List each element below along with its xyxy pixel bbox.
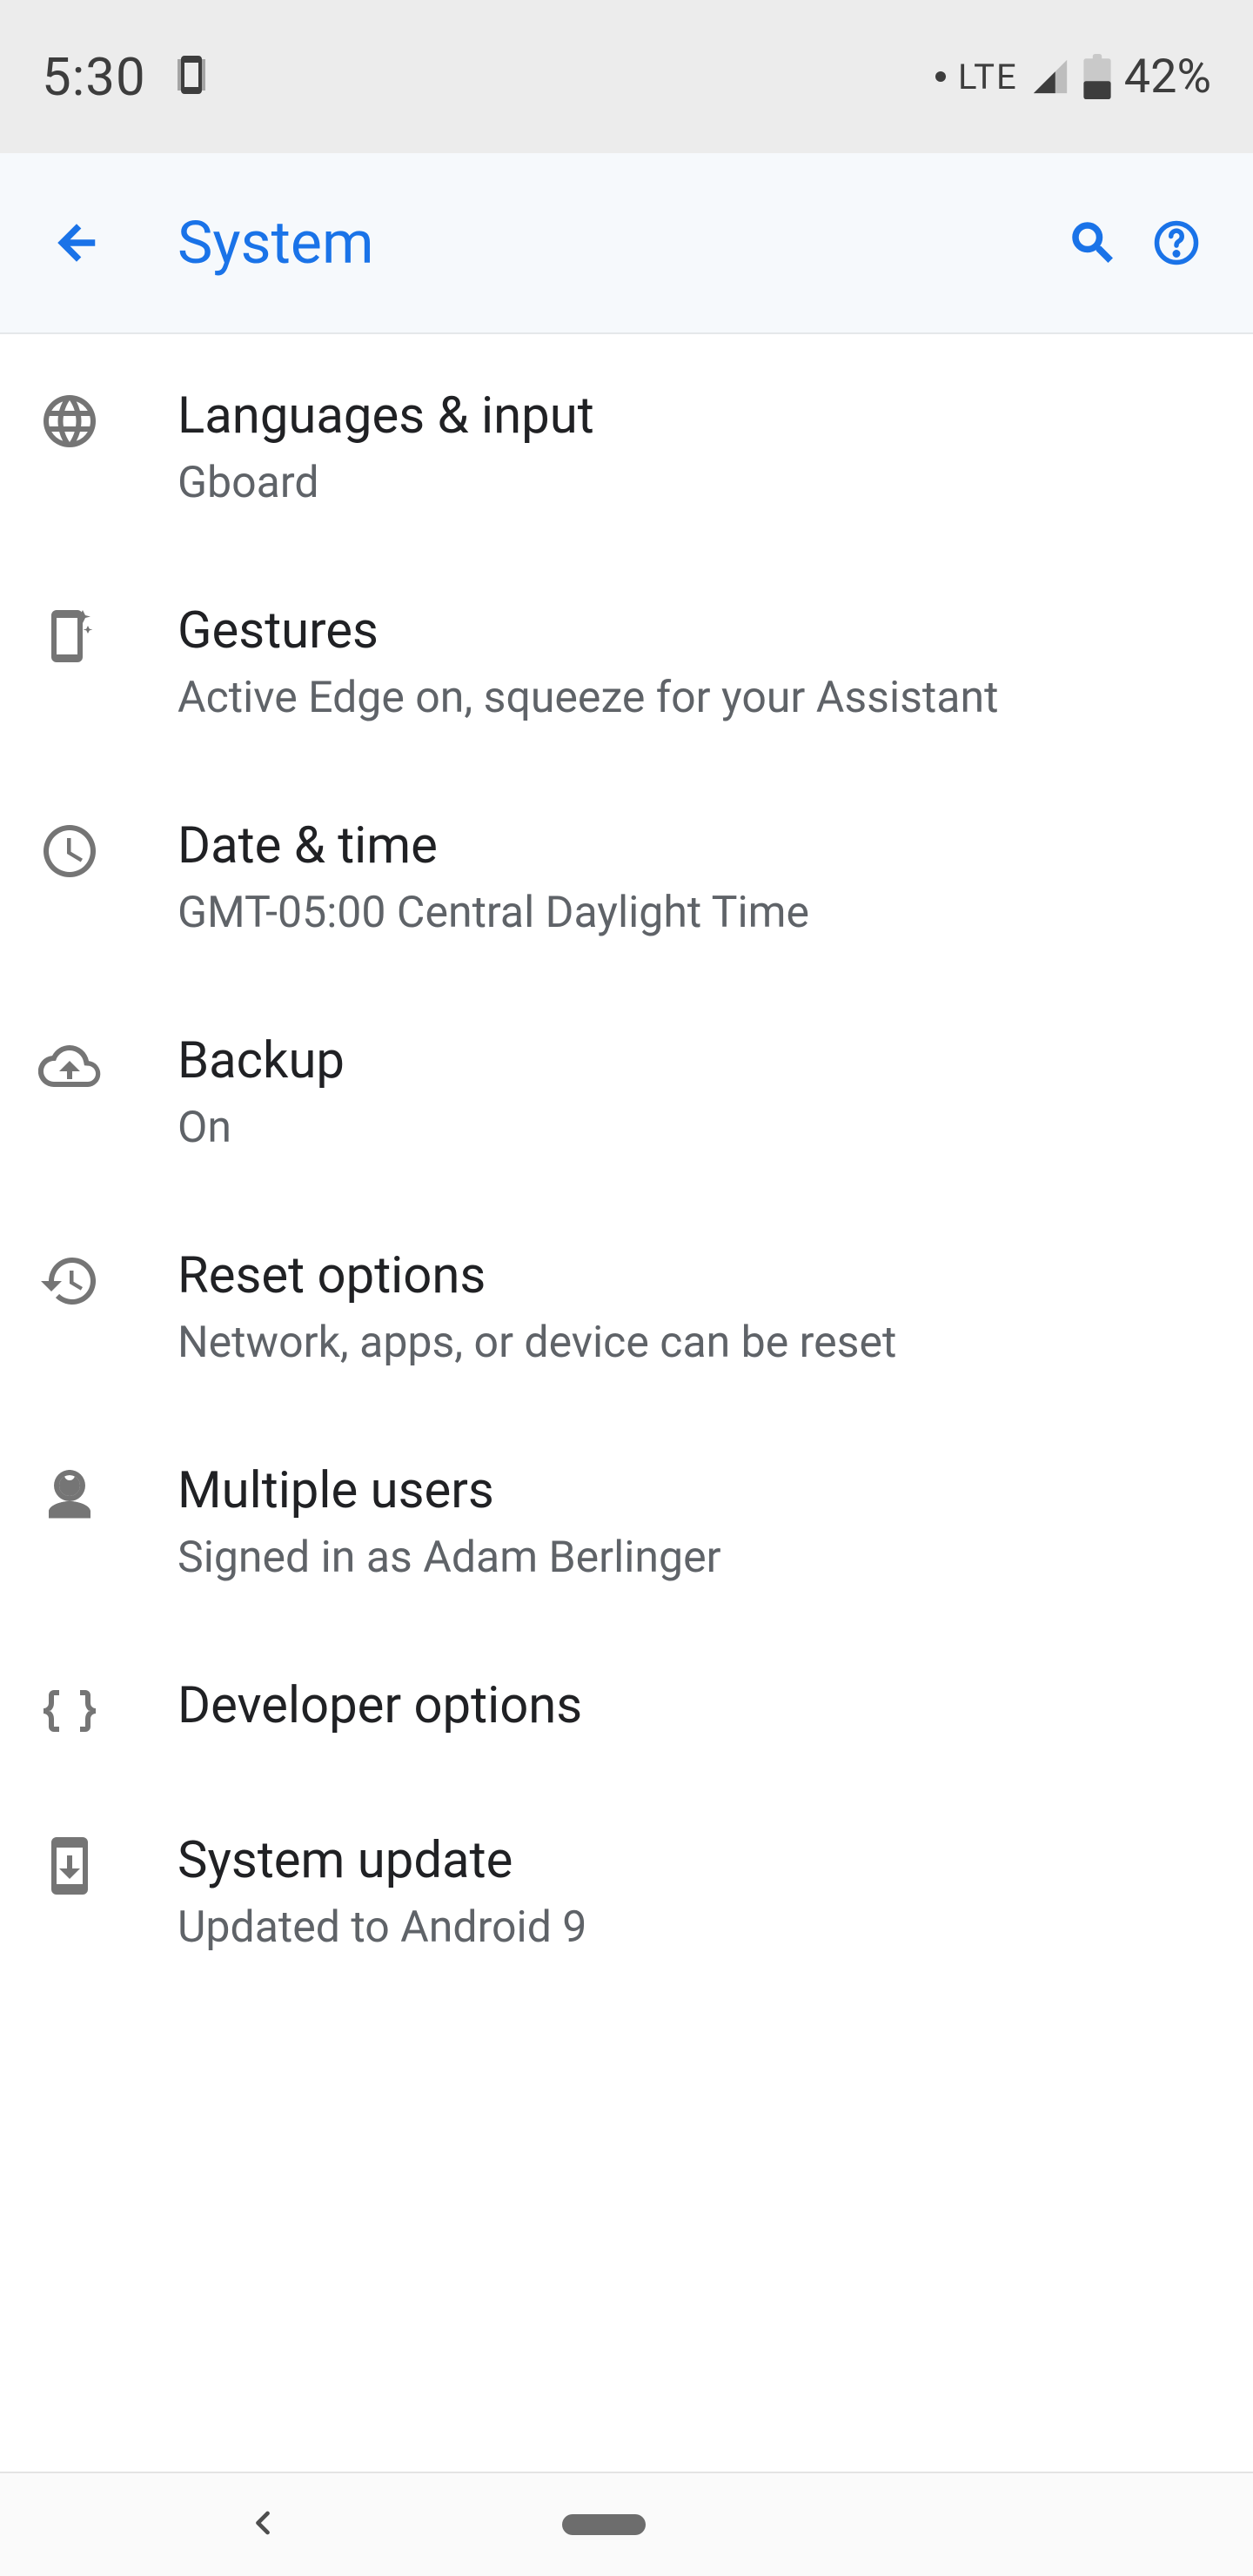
row-title: Date & time bbox=[178, 815, 1225, 878]
signal-icon bbox=[1030, 57, 1070, 97]
status-bar: 5:30 LTE 42% bbox=[0, 0, 1253, 153]
row-languages-input[interactable]: Languages & input Gboard bbox=[0, 341, 1253, 556]
braces-icon bbox=[38, 1674, 178, 1742]
search-button[interactable] bbox=[1051, 201, 1135, 285]
row-subtitle: On bbox=[178, 1099, 1225, 1158]
clock-icon bbox=[38, 815, 178, 882]
dot-icon bbox=[935, 71, 946, 82]
row-subtitle: Gboard bbox=[178, 454, 1225, 513]
status-left: 5:30 bbox=[42, 46, 212, 108]
screen: 5:30 LTE 42% System bbox=[0, 0, 1253, 2576]
row-developer-options[interactable]: Developer options bbox=[0, 1631, 1253, 1786]
row-subtitle: Updated to Android 9 bbox=[178, 1899, 1225, 1958]
page-title: System bbox=[178, 208, 1051, 278]
settings-list: Languages & input Gboard Gestures Active… bbox=[0, 334, 1253, 2472]
row-gestures[interactable]: Gestures Active Edge on, squeeze for you… bbox=[0, 556, 1253, 771]
battery-icon bbox=[1082, 54, 1112, 99]
restore-icon bbox=[38, 1244, 178, 1312]
row-title: Reset options bbox=[178, 1244, 1225, 1308]
row-subtitle: Signed in as Adam Berlinger bbox=[178, 1529, 1225, 1588]
vibrate-icon bbox=[171, 54, 212, 99]
gestures-icon bbox=[38, 600, 178, 667]
nav-home-pill[interactable] bbox=[562, 2514, 646, 2535]
system-update-icon bbox=[38, 1829, 178, 1897]
row-subtitle: Active Edge on, squeeze for your Assista… bbox=[178, 669, 1225, 728]
globe-icon bbox=[38, 385, 178, 453]
person-icon bbox=[38, 1459, 178, 1527]
row-backup[interactable]: Backup On bbox=[0, 986, 1253, 1201]
navigation-bar bbox=[0, 2472, 1253, 2576]
cloud-download-icon bbox=[38, 1030, 178, 1097]
row-date-time[interactable]: Date & time GMT-05:00 Central Daylight T… bbox=[0, 771, 1253, 986]
row-title: Developer options bbox=[178, 1674, 1225, 1738]
help-button[interactable] bbox=[1135, 201, 1218, 285]
nav-back-button[interactable] bbox=[244, 2504, 282, 2546]
row-title: Languages & input bbox=[178, 385, 1225, 448]
status-time: 5:30 bbox=[42, 46, 146, 108]
row-title: Gestures bbox=[178, 600, 1225, 663]
battery-pct: 42% bbox=[1124, 50, 1211, 104]
network-label: LTE bbox=[958, 57, 1018, 97]
back-button[interactable] bbox=[35, 201, 118, 285]
row-title: Multiple users bbox=[178, 1459, 1225, 1523]
row-subtitle: GMT-05:00 Central Daylight Time bbox=[178, 884, 1225, 943]
row-title: System update bbox=[178, 1829, 1225, 1893]
row-subtitle: Network, apps, or device can be reset bbox=[178, 1314, 1225, 1373]
row-system-update[interactable]: System update Updated to Android 9 bbox=[0, 1786, 1253, 2001]
row-multiple-users[interactable]: Multiple users Signed in as Adam Berling… bbox=[0, 1416, 1253, 1631]
row-title: Backup bbox=[178, 1030, 1225, 1093]
status-right: LTE 42% bbox=[935, 50, 1211, 104]
row-reset-options[interactable]: Reset options Network, apps, or device c… bbox=[0, 1201, 1253, 1416]
app-bar: System bbox=[0, 153, 1253, 334]
